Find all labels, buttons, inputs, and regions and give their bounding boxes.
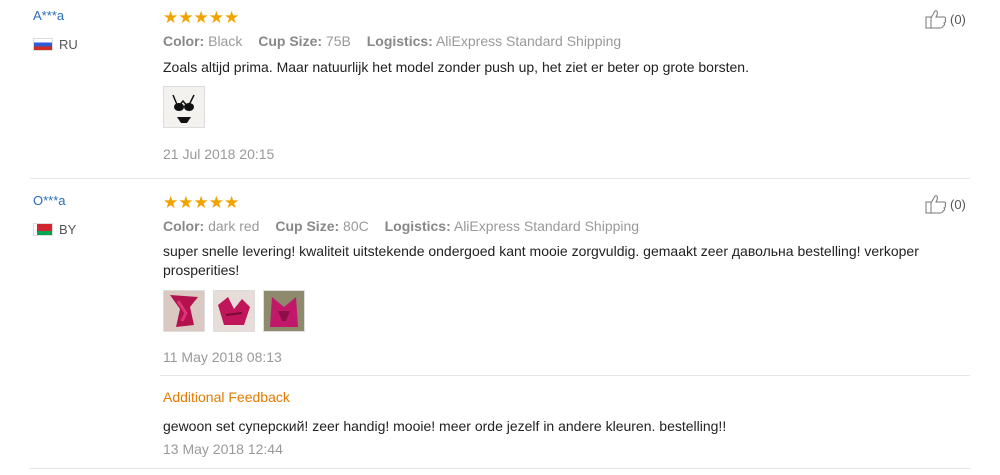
star-rating: ★★★★★ (163, 8, 240, 27)
color-label: Color: (163, 33, 205, 49)
additional-feedback-text: gewoon set суперский! zeer handig! mooie… (163, 418, 727, 434)
helpful-count: (0) (950, 196, 966, 212)
logistics-value: AliExpress Standard Shipping (435, 33, 622, 49)
product-attributes: Color: dark red Cup Size: 80C Logistics:… (163, 218, 639, 234)
color-label: Color: (163, 218, 205, 234)
feedback-item: O***a BY ★★★★★ Color: dark red Cup Size:… (0, 185, 1000, 475)
color-value: dark red (208, 218, 260, 234)
logistics-label: Logistics: (366, 33, 433, 49)
review-photo[interactable] (213, 290, 255, 332)
divider (30, 178, 970, 179)
feedback-item: A***a RU ★★★★★ Color: Black Cup Size: 75… (0, 0, 1000, 180)
cup-size-value: 75B (325, 33, 351, 49)
helpful-count: (0) (950, 11, 966, 27)
photo-list (163, 86, 205, 128)
review-photo[interactable] (163, 86, 205, 128)
belarus-flag-icon (33, 223, 53, 236)
additional-feedback-title: Additional Feedback (163, 389, 290, 405)
logistics-value: AliExpress Standard Shipping (453, 218, 640, 234)
user-name[interactable]: O***a (33, 193, 66, 208)
cup-size-label: Cup Size: (258, 33, 323, 49)
logistics-label: Logistics: (384, 218, 451, 234)
star-rating: ★★★★★ (163, 193, 240, 212)
review-date: 11 May 2018 08:13 (163, 349, 282, 365)
user-country: BY (33, 222, 76, 237)
helpful-button[interactable]: (0) (925, 9, 966, 29)
photo-list (163, 290, 305, 332)
additional-feedback-date: 13 May 2018 12:44 (163, 441, 283, 457)
russia-flag-icon (33, 38, 53, 51)
user-country: RU (33, 37, 78, 52)
country-code: RU (59, 37, 78, 52)
color-value: Black (208, 33, 243, 49)
cup-size-value: 80C (343, 218, 369, 234)
thumbs-up-icon (925, 10, 947, 29)
cup-size-label: Cup Size: (275, 218, 340, 234)
user-name[interactable]: A***a (33, 8, 64, 23)
review-date: 21 Jul 2018 20:15 (163, 146, 275, 162)
divider (160, 375, 970, 376)
thumbs-up-icon (925, 195, 947, 214)
review-text: super snelle levering! kwaliteit uitstek… (163, 243, 919, 278)
review-photo[interactable] (163, 290, 205, 332)
review-text: Zoals altijd prima. Maar natuurlijk het … (163, 59, 749, 75)
product-attributes: Color: Black Cup Size: 75B Logistics: Al… (163, 33, 621, 49)
country-code: BY (59, 222, 77, 237)
review-photo[interactable] (263, 290, 305, 332)
helpful-button[interactable]: (0) (925, 194, 966, 214)
divider (30, 468, 970, 469)
